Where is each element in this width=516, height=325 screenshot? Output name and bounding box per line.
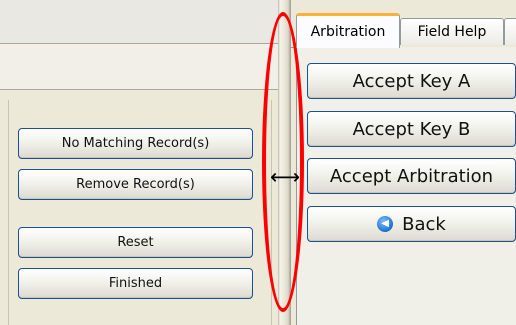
tab-arbitration-label: Arbitration xyxy=(310,24,386,40)
left-header-band xyxy=(0,0,278,44)
finished-button[interactable]: Finished xyxy=(18,268,253,299)
left-toolbar-band xyxy=(0,44,278,90)
reset-label: Reset xyxy=(117,235,154,250)
horizontal-resize-cursor-icon: ⟷ xyxy=(270,165,301,189)
tab-field-help[interactable]: Field Help xyxy=(400,18,504,45)
highlight-oval xyxy=(262,12,304,312)
no-matching-records-button[interactable]: No Matching Record(s) xyxy=(18,128,253,159)
back-button[interactable]: ◀ Back xyxy=(307,206,516,242)
tab-overflow[interactable] xyxy=(504,18,516,45)
accept-arbitration-button[interactable]: Accept Arbitration xyxy=(307,158,516,194)
accept-key-b-label: Accept Key B xyxy=(352,118,471,140)
back-label: Back xyxy=(402,213,446,235)
tab-arbitration[interactable]: Arbitration xyxy=(296,13,400,48)
no-matching-records-label: No Matching Record(s) xyxy=(61,136,210,151)
tab-field-help-label: Field Help xyxy=(417,24,487,40)
back-arrow-icon: ◀ xyxy=(377,216,394,232)
remove-records-label: Remove Record(s) xyxy=(76,177,195,192)
accept-key-a-label: Accept Key A xyxy=(352,70,471,92)
accept-key-a-button[interactable]: Accept Key A xyxy=(307,63,516,99)
accept-key-b-button[interactable]: Accept Key B xyxy=(307,111,516,147)
reset-button[interactable]: Reset xyxy=(18,227,253,258)
remove-records-button[interactable]: Remove Record(s) xyxy=(18,169,253,200)
finished-label: Finished xyxy=(108,276,163,291)
left-pane: No Matching Record(s) Remove Record(s) R… xyxy=(0,0,278,325)
accept-arbitration-label: Accept Arbitration xyxy=(329,165,494,187)
